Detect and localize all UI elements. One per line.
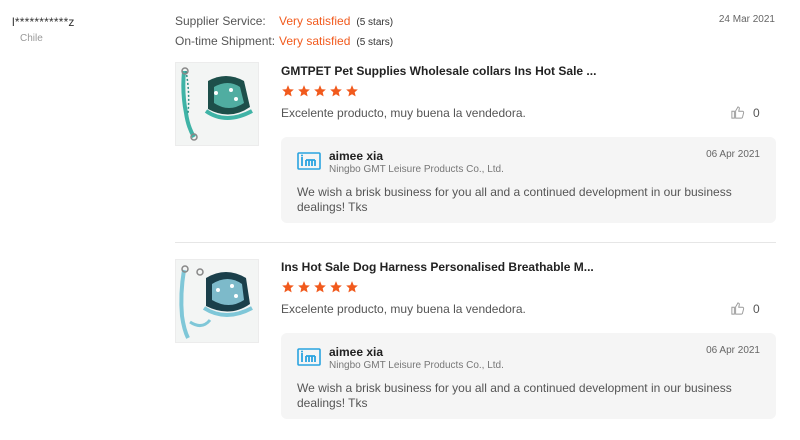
thumbs-up-icon: [730, 301, 745, 316]
reply-author-name: aimee xia: [329, 149, 384, 163]
reply-message: We wish a brisk business for you all and…: [297, 185, 732, 214]
product-title-link[interactable]: Ins Hot Sale Dog Harness Personalised Br…: [281, 260, 594, 274]
rating-label: Supplier Service:: [175, 14, 266, 28]
review-date: 24 Mar 2021: [718, 14, 775, 25]
product-thumbnail[interactable]: [175, 259, 259, 343]
like-button[interactable]: 0: [730, 105, 760, 120]
supplier-logo-icon: [297, 348, 321, 366]
reply-company: Ningbo GMT Leisure Products Co., Ltd.: [329, 164, 504, 175]
reply-company: Ningbo GMT Leisure Products Co., Ltd.: [329, 360, 504, 371]
star-icon: [313, 84, 327, 98]
rating-stars-text: (5 stars): [356, 17, 394, 28]
buyer-country: Chile: [20, 33, 43, 44]
rating-stars-text: (5 stars): [356, 37, 394, 48]
star-icon: [329, 280, 343, 294]
review-stars: [281, 280, 359, 294]
star-icon: [297, 84, 311, 98]
review-text: Excelente producto, muy buena la vendedo…: [281, 302, 526, 316]
pet-harness-image: [181, 67, 253, 141]
product-title-link[interactable]: GMTPET Pet Supplies Wholesale collars In…: [281, 64, 596, 78]
rating-supplier-service: Supplier Service: Very satisfied (5 stars): [175, 14, 393, 28]
rating-value: Very satisfied: [279, 14, 351, 28]
reply-author-name: aimee xia: [329, 345, 384, 359]
star-icon: [345, 84, 359, 98]
star-icon: [281, 280, 295, 294]
like-count: 0: [753, 105, 760, 120]
star-icon: [345, 280, 359, 294]
supplier-reply: aimee xia Ningbo GMT Leisure Products Co…: [281, 137, 776, 223]
product-thumbnail[interactable]: [175, 62, 259, 146]
reply-message: We wish a brisk business for you all and…: [297, 381, 732, 410]
buyer-name: l***********z: [12, 15, 75, 29]
review-divider: [175, 242, 776, 243]
like-button[interactable]: 0: [730, 301, 760, 316]
review-stars: [281, 84, 359, 98]
thumbs-up-icon: [730, 105, 745, 120]
supplier-logo-icon: [297, 152, 321, 170]
supplier-reply: aimee xia Ningbo GMT Leisure Products Co…: [281, 333, 776, 419]
rating-label: On-time Shipment:: [175, 34, 276, 48]
review-text: Excelente producto, muy buena la vendedo…: [281, 106, 526, 120]
rating-ontime-shipment: On-time Shipment: Very satisfied (5 stars): [175, 34, 393, 48]
like-count: 0: [753, 301, 760, 316]
rating-value: Very satisfied: [279, 34, 351, 48]
star-icon: [313, 280, 327, 294]
pet-harness-image: [179, 265, 253, 339]
star-icon: [297, 280, 311, 294]
reply-date: 06 Apr 2021: [706, 345, 760, 356]
star-icon: [329, 84, 343, 98]
reply-date: 06 Apr 2021: [706, 149, 760, 160]
star-icon: [281, 84, 295, 98]
